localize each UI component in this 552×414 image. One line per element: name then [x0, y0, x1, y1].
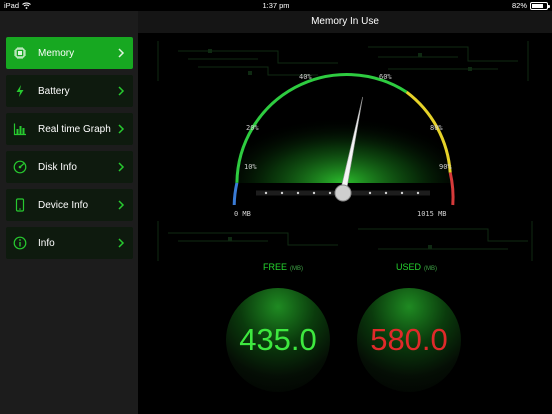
- clock: 1:37 pm: [262, 1, 290, 10]
- chevron-right-icon: [118, 124, 125, 134]
- sidebar-item-device-info[interactable]: Device Info: [6, 189, 133, 221]
- free-value: 435.0: [239, 322, 317, 357]
- gauge-glow: [233, 73, 453, 183]
- battery-percent: 82%: [511, 1, 527, 10]
- sidebar-item-label: Real time Graph: [38, 123, 111, 135]
- chevron-right-icon: [118, 238, 125, 248]
- info-icon: [13, 236, 27, 250]
- gauge-hub: [334, 184, 352, 202]
- bar-graph-icon: [13, 122, 27, 136]
- sidebar-item-label: Disk Info: [38, 161, 77, 173]
- gauge-tick-label: 90%: [439, 163, 452, 171]
- gauge-tick-label: 40%: [299, 73, 312, 81]
- status-bar: iPad 1:37 pm 82%: [0, 0, 552, 11]
- gauge-tick-label: 10%: [244, 163, 257, 171]
- gauge-tick-label: 20%: [246, 124, 259, 132]
- gauge-arc-critical: [448, 172, 455, 206]
- chevron-right-icon: [118, 200, 125, 210]
- chevron-right-icon: [118, 86, 125, 96]
- memory-gauge: 10% 20% 40% 60% 80% 90% 0 MB 1015 MB: [138, 33, 552, 233]
- free-label-text: FREE: [263, 262, 288, 272]
- used-unit: (MB): [424, 266, 438, 272]
- sidebar-item-battery[interactable]: Battery: [6, 75, 133, 107]
- device-icon: [13, 198, 27, 212]
- sidebar: Memory Battery Real time Graph Disk Info…: [0, 11, 138, 414]
- gauge-max-label: 1015 MB: [417, 210, 447, 218]
- disk-icon: [13, 160, 27, 174]
- gauge-min-label: 0 MB: [234, 210, 251, 218]
- sidebar-item-realtime-graph[interactable]: Real time Graph: [6, 113, 133, 145]
- main-content: Memory In Use 10% 20% 40% 60% 80% 90% 0 …: [138, 11, 552, 414]
- battery-fill: [532, 3, 544, 8]
- chevron-right-icon: [118, 162, 125, 172]
- gauge-arc-low: [232, 182, 239, 206]
- battery-bolt-icon: [13, 84, 27, 98]
- gauge-tick-label: 80%: [430, 124, 443, 132]
- free-dial: 435.0: [226, 288, 330, 392]
- battery-icon: [530, 1, 550, 10]
- sidebar-item-label: Battery: [38, 85, 70, 97]
- sidebar-item-disk-info[interactable]: Disk Info: [6, 151, 133, 183]
- chevron-right-icon: [118, 48, 125, 58]
- used-label: USED (MB): [396, 262, 437, 272]
- sidebar-item-label: Device Info: [38, 199, 89, 211]
- sidebar-item-memory[interactable]: Memory: [6, 37, 133, 69]
- sidebar-item-info[interactable]: Info: [6, 227, 133, 259]
- gauge-tick-label: 60%: [379, 73, 392, 81]
- free-unit: (MB): [290, 266, 304, 272]
- used-dial: 580.0: [357, 288, 461, 392]
- sidebar-item-label: Info: [38, 237, 55, 249]
- chip-icon: [13, 46, 27, 60]
- free-label: FREE (MB): [263, 262, 303, 272]
- battery-status: 82%: [511, 1, 550, 10]
- used-value: 580.0: [370, 322, 448, 357]
- used-label-text: USED: [396, 262, 422, 272]
- sidebar-item-label: Memory: [38, 47, 75, 59]
